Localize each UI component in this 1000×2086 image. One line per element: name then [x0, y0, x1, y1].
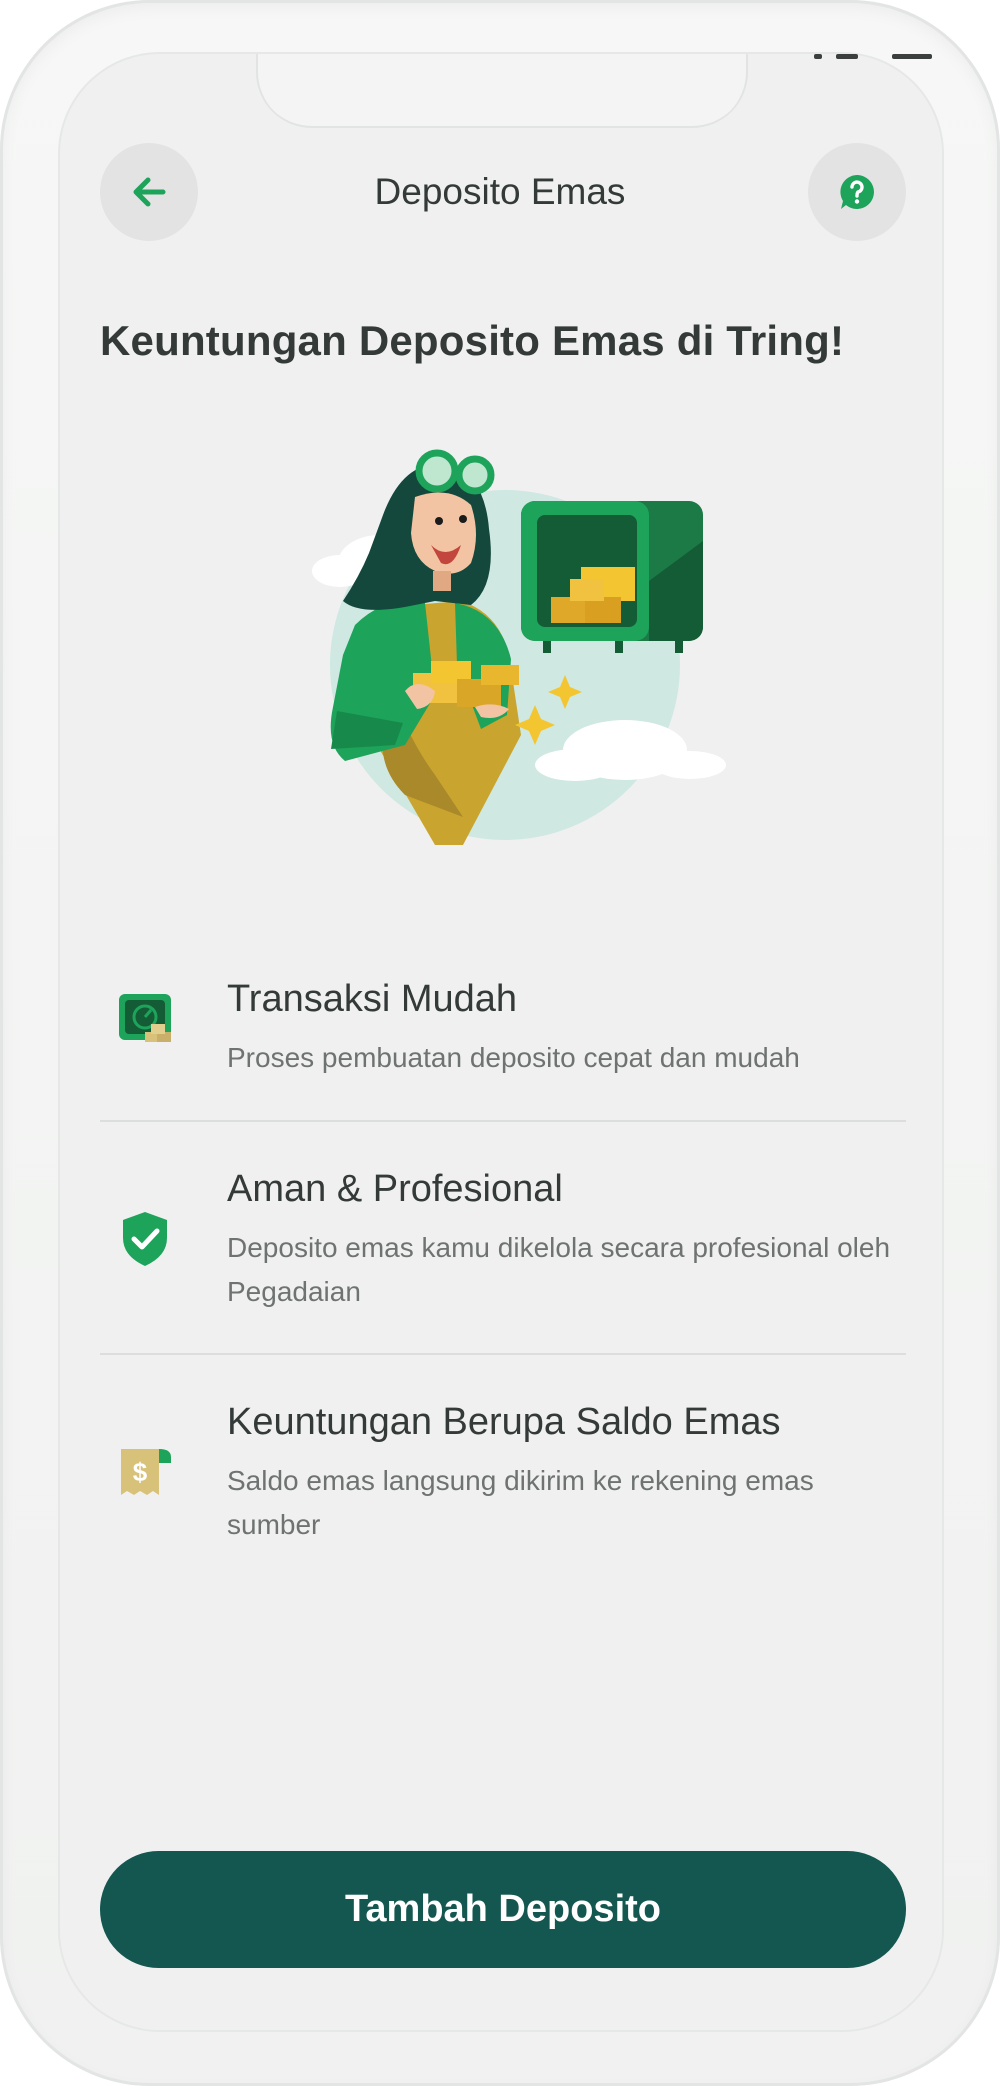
feature-description: Saldo emas langsung dikirim ke rekening … [227, 1465, 814, 1540]
device-notch [256, 54, 748, 128]
divider [100, 1120, 906, 1122]
feature-item-transaksi-mudah: Transaksi Mudah Proses pembuatan deposit… [100, 978, 906, 1078]
woman-with-gold-bars-and-safe-illustration [312, 449, 726, 845]
feature-title: Keuntungan Berupa Saldo Emas [227, 1401, 781, 1443]
shield-check-icon [123, 1212, 167, 1266]
benefits-headline: Keuntungan Deposito Emas di Tring! [100, 317, 845, 364]
help-chat-icon [840, 175, 874, 209]
svg-text:$: $ [133, 1457, 148, 1487]
feature-item-saldo-emas: $ Keuntungan Berupa Saldo Emas Saldo ema… [100, 1401, 906, 1541]
back-button[interactable] [100, 143, 198, 241]
feature-description: Proses pembuatan deposito cepat dan muda… [227, 1042, 800, 1073]
feature-title: Transaksi Mudah [227, 978, 518, 1020]
arrow-left-icon [133, 177, 166, 207]
feature-description: Deposito emas kamu dikelola secara profe… [227, 1232, 891, 1307]
help-button[interactable] [808, 143, 906, 241]
divider [100, 1353, 906, 1355]
feature-item-aman-profesional: Aman & Profesional Deposito emas kamu di… [100, 1168, 906, 1308]
tambah-deposito-button[interactable]: Tambah Deposito [100, 1851, 906, 1968]
gold-safe-icon [119, 994, 171, 1042]
feature-title: Aman & Profesional [227, 1168, 563, 1210]
dollar-receipt-icon: $ [121, 1449, 171, 1495]
status-bar-icons [814, 54, 934, 64]
page-title: Deposito Emas [374, 171, 626, 212]
